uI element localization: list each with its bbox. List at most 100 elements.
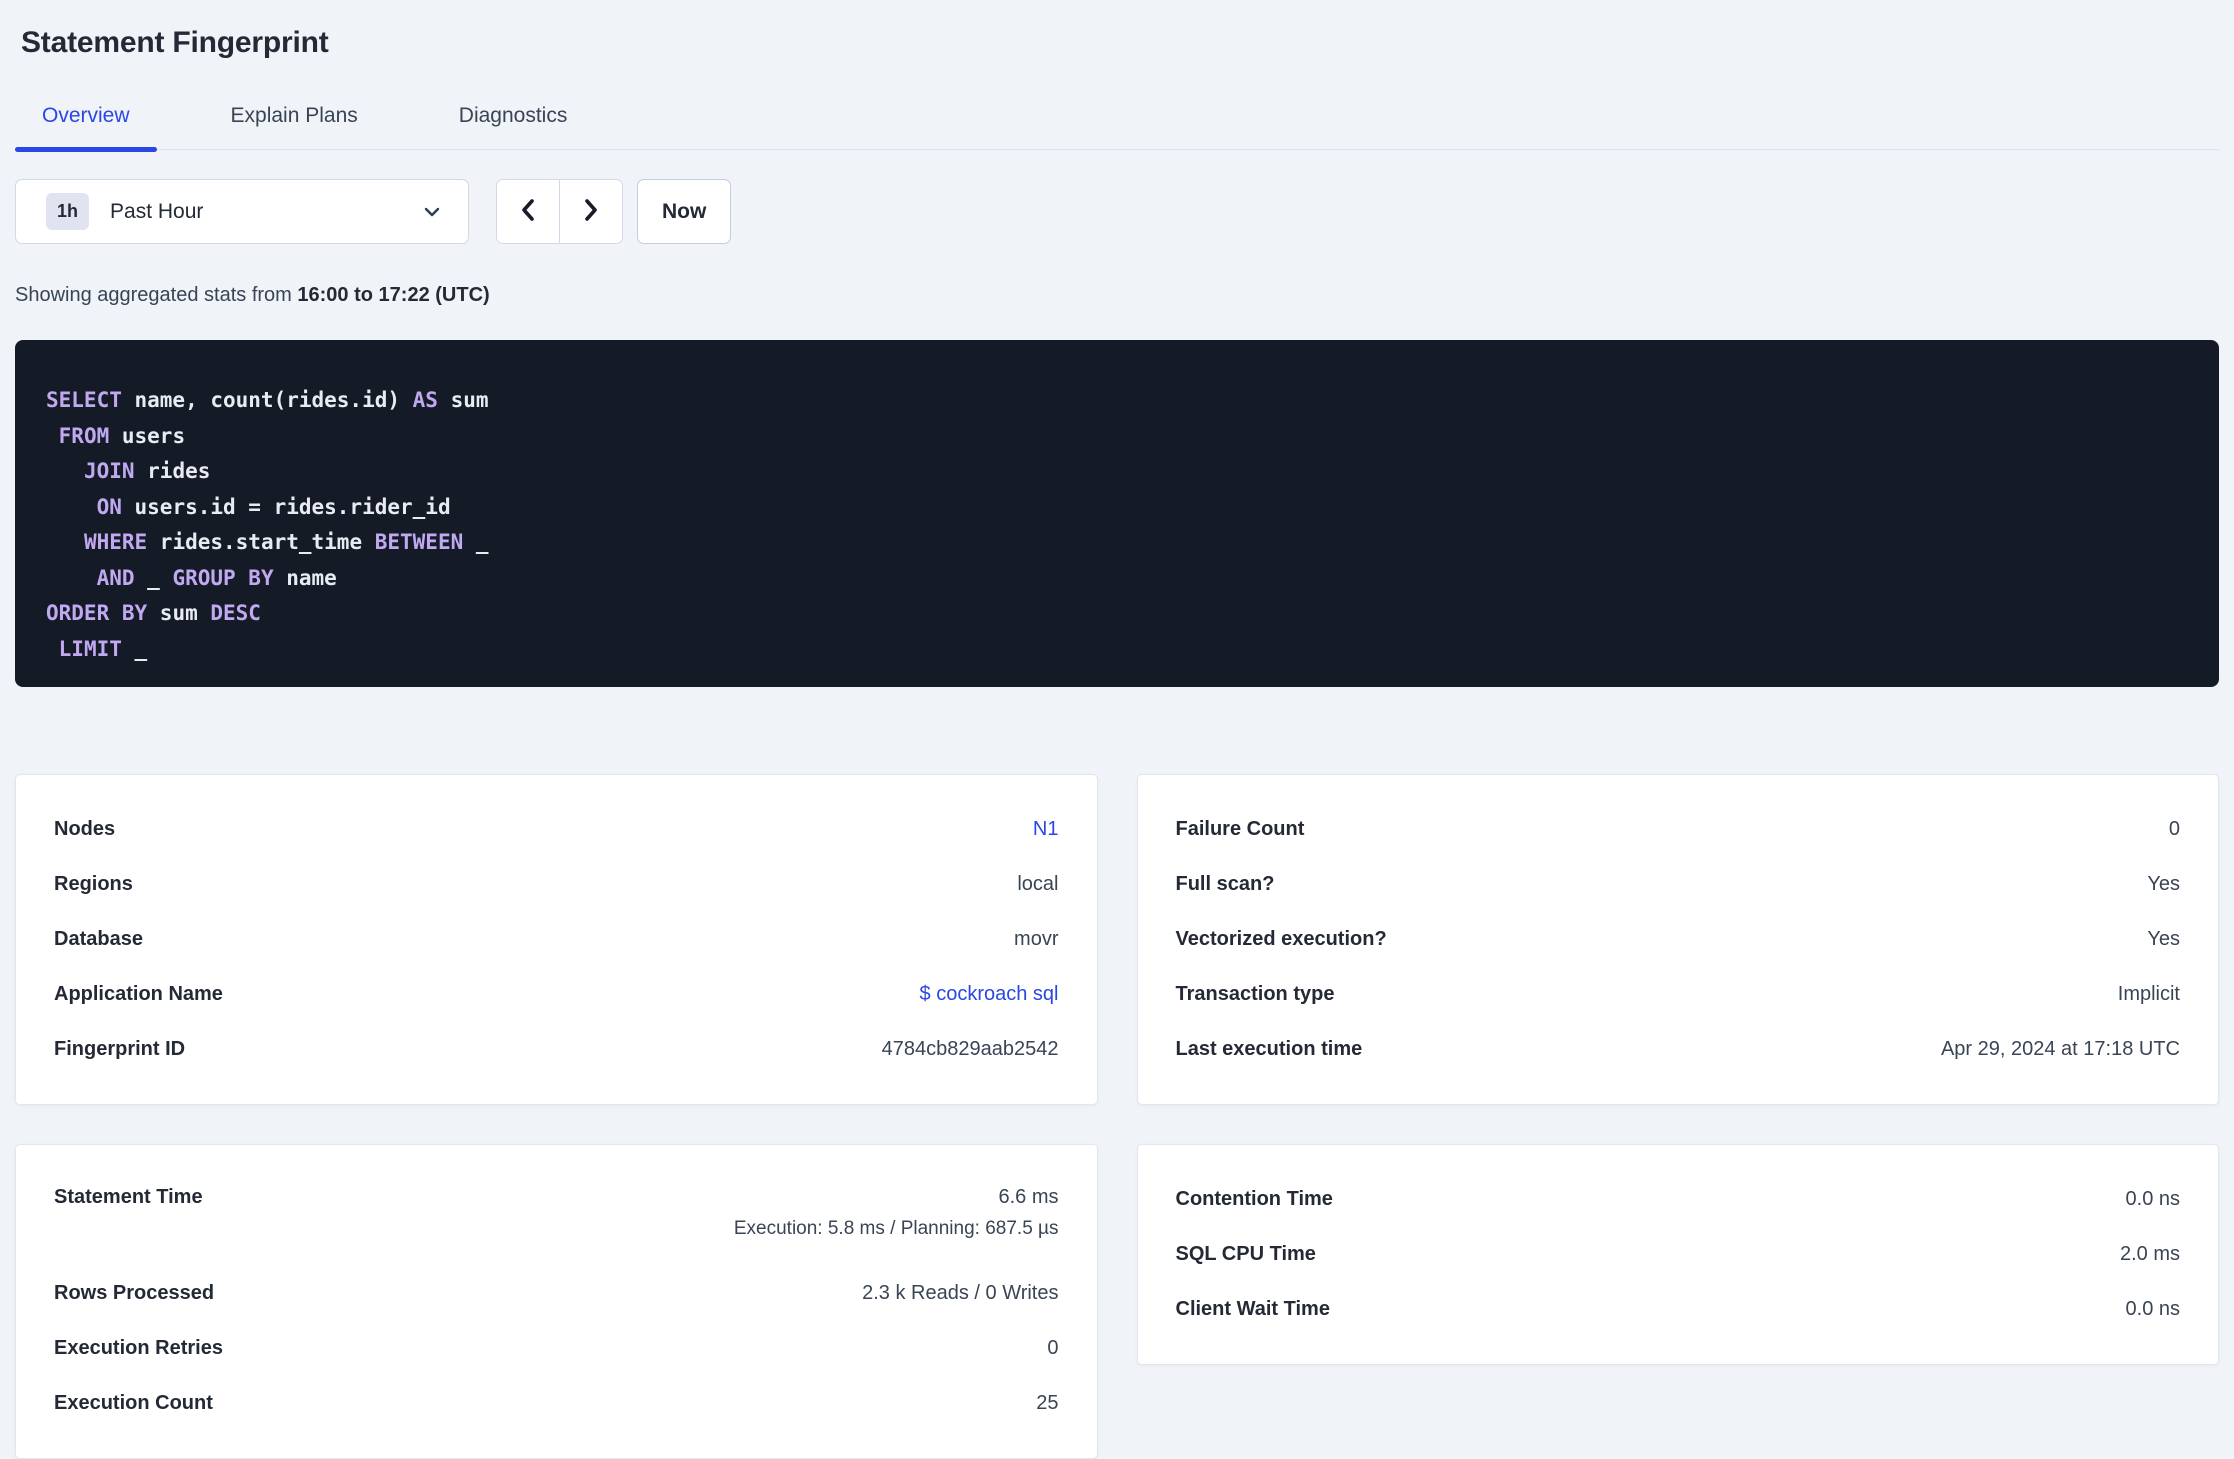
- sql-line: AND _ GROUP BY name: [96, 565, 337, 590]
- sql-statement-block: SELECT name, count(rides.id) AS sum FROM…: [15, 340, 2219, 687]
- summary-row: SQL CPU Time 2.0 ms: [1176, 1227, 2181, 1282]
- row-value-group: 0.0 ns: [2126, 1188, 2180, 1211]
- row-label: Application Name: [54, 983, 223, 1005]
- row-value: 2.3 k Reads / 0 Writes: [862, 1282, 1059, 1304]
- row-value: 0.0 ns: [2125, 1188, 2180, 1210]
- summary-row: Full scan? Yes: [1176, 857, 2181, 912]
- sql-keyword: ON: [96, 494, 122, 519]
- timing-cards-row: Statement Time 6.6 ms Execution: 5.8 ms / …: [15, 1144, 2219, 1459]
- row-label: Client Wait Time: [1175, 1298, 1330, 1320]
- sql-keyword: SELECT: [46, 388, 122, 412]
- tab-bar: Overview Explain Plans Diagnostics: [15, 104, 2219, 152]
- summary-row: Contention Time 0.0 ns: [1176, 1172, 2181, 1227]
- statement-fingerprint-page: Statement Fingerprint Overview Explain P…: [0, 0, 2234, 1459]
- row-label: Transaction type: [1175, 983, 1335, 1005]
- time-range-badge: 1h: [46, 193, 90, 230]
- row-label: Vectorized execution?: [1175, 928, 1387, 950]
- page-title: Statement Fingerprint: [21, 26, 329, 59]
- row-label: Database: [54, 928, 143, 950]
- summary-row: Nodes N1: [54, 802, 1059, 857]
- statement-timing-card: Statement Time 6.6 ms Execution: 5.8 ms / …: [15, 1144, 1098, 1459]
- row-value: 0.0 ns: [2125, 1298, 2180, 1320]
- summary-row: Client Wait Time 0.0 ns: [1176, 1282, 2181, 1337]
- row-subvalue: Execution: 5.8 ms / Planning: 687.5 µs: [733, 1218, 1059, 1239]
- time-range-label: Past Hour: [110, 199, 204, 223]
- row-label: Contention Time: [1175, 1188, 1333, 1210]
- row-value: Implicit: [2117, 983, 2180, 1005]
- row-value-link[interactable]: N1: [1033, 818, 1059, 841]
- summary-row: Application Name $ cockroach sql: [54, 967, 1059, 1022]
- row-value-group: 0.0 ns: [2126, 1298, 2180, 1321]
- statement-details-card: Nodes N1 Regions local Database movr Applicati…: [15, 774, 1098, 1105]
- row-value: 2.0 ms: [2119, 1243, 2180, 1265]
- summary-row: Regions local: [54, 857, 1059, 912]
- time-step-buttons: [496, 179, 623, 244]
- row-value: movr: [1014, 928, 1059, 950]
- row-value-group: 6.6 ms Execution: 5.8 ms / Planning: 687.…: [734, 1186, 1059, 1240]
- row-label: Statement Time: [54, 1186, 203, 1208]
- sql-line: JOIN rides: [83, 459, 211, 483]
- summary-row: Last execution time Apr 29, 2024 at 17:18…: [1176, 1022, 2181, 1077]
- summary-row: Execution Retries 0: [54, 1321, 1059, 1376]
- chevron-down-icon: [422, 205, 442, 219]
- time-range-dropdown[interactable]: 1h Past Hour: [15, 179, 469, 244]
- row-value-group: 0: [2169, 818, 2180, 841]
- sql-keyword: JOIN: [83, 459, 135, 483]
- sql-line: FROM users: [58, 423, 186, 448]
- summary-row: Execution Count 25: [54, 1376, 1059, 1431]
- row-value-group: Apr 29, 2024 at 17:18 UTC: [1941, 1038, 2180, 1061]
- row-value-group: movr: [1014, 928, 1058, 951]
- next-time-interval-button[interactable]: [560, 180, 622, 243]
- sql-line: LIMIT _: [58, 636, 148, 661]
- summary-row: Statement Time 6.6 ms Execution: 5.8 ms / …: [54, 1172, 1059, 1266]
- summary-row: Rows Processed 2.3 k Reads / 0 Writes: [54, 1266, 1059, 1321]
- sql-keyword: AND: [96, 565, 135, 590]
- row-label: SQL CPU Time: [1175, 1243, 1316, 1265]
- row-value-group: $ cockroach sql: [920, 983, 1059, 1006]
- row-label: Last execution time: [1175, 1038, 1363, 1060]
- summary-row: Transaction type Implicit: [1176, 967, 2181, 1022]
- previous-time-interval-button[interactable]: [497, 180, 560, 243]
- sql-line: WHERE rides.start_time BETWEEN _: [83, 530, 489, 554]
- row-label: Rows Processed: [54, 1282, 215, 1304]
- wait-time-card: Contention Time 0.0 ns SQL CPU Time 2.0 ms C…: [1136, 1144, 2219, 1365]
- row-value: Yes: [2147, 928, 2180, 950]
- row-value: 6.6 ms: [998, 1186, 1059, 1208]
- tab-explain-plans[interactable]: Explain Plans: [204, 104, 385, 149]
- sql-keyword: AS: [412, 388, 438, 412]
- row-value-group: 4784cb829aab2542: [882, 1038, 1059, 1061]
- tab-overview[interactable]: Overview: [15, 104, 157, 152]
- row-label: Regions: [54, 873, 133, 895]
- row-label: Full scan?: [1175, 873, 1275, 895]
- row-label: Execution Retries: [54, 1337, 223, 1359]
- row-value: Yes: [2147, 873, 2180, 895]
- tab-diagnostics-label: Diagnostics: [458, 104, 568, 127]
- row-label: Fingerprint ID: [54, 1038, 186, 1060]
- row-value-group: 2.3 k Reads / 0 Writes: [862, 1282, 1058, 1305]
- tab-explain-plans-label: Explain Plans: [230, 104, 358, 127]
- chevron-right-icon: [580, 197, 602, 226]
- summary-row: Database movr: [54, 912, 1059, 967]
- summary-row: Vectorized execution? Yes: [1176, 912, 2181, 967]
- row-value-link[interactable]: $ cockroach sql: [920, 983, 1059, 1006]
- summary-row: Failure Count 0: [1176, 802, 2181, 857]
- row-value-group: 25: [1036, 1392, 1058, 1415]
- sql-line: ON users.id = rides.rider_id: [96, 494, 451, 519]
- chevron-left-icon: [517, 197, 539, 226]
- execution-attributes-card: Failure Count 0 Full scan? Yes Vectorized ex…: [1136, 774, 2219, 1105]
- tab-diagnostics[interactable]: Diagnostics: [432, 104, 595, 149]
- row-value: local: [1017, 873, 1059, 895]
- row-value-group: Implicit: [2118, 983, 2180, 1006]
- details-cards-row: Nodes N1 Regions local Database movr Applicati…: [15, 774, 2219, 1105]
- now-button[interactable]: Now: [637, 179, 732, 244]
- row-label: Nodes: [54, 818, 116, 840]
- sql-keyword: GROUP BY: [172, 565, 274, 590]
- row-value: 4784cb829aab2542: [881, 1038, 1059, 1060]
- row-value-group: Yes: [2147, 928, 2180, 951]
- row-value: 0: [1047, 1337, 1059, 1359]
- row-value: Apr 29, 2024 at 17:18 UTC: [1940, 1038, 2180, 1060]
- row-label: Execution Count: [54, 1392, 213, 1414]
- sql-keyword: ORDER BY: [46, 601, 148, 625]
- sql-keyword: BETWEEN: [374, 530, 464, 554]
- row-value: 25: [1036, 1392, 1059, 1414]
